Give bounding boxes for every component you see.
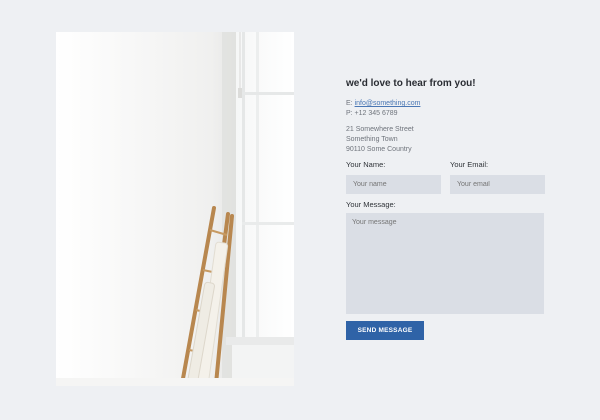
address-line-3: 90110 Some Country — [346, 146, 412, 153]
address-line-1: 21 Somewhere Street — [346, 126, 414, 133]
email-line: E: info@something.com — [346, 99, 546, 109]
contact-info: we'd love to hear from you! E: info@some… — [346, 78, 546, 155]
name-email-row: Your Name: Your Email: — [346, 160, 546, 200]
address: 21 Somewhere Street Something Town 90110… — [346, 125, 546, 155]
email-link[interactable]: info@something.com — [355, 100, 421, 107]
name-label: Your Name: — [346, 160, 386, 169]
email-field-group: Your Email: — [450, 160, 545, 194]
name-field-group: Your Name: — [346, 160, 441, 194]
contact-details: E: info@something.com P: +12 345 6789 21… — [346, 99, 546, 155]
hero-photo — [56, 32, 294, 386]
message-textarea[interactable] — [346, 213, 544, 314]
name-input[interactable] — [346, 175, 441, 194]
message-label: Your Message: — [346, 200, 396, 209]
room-photo-illustration — [56, 32, 294, 386]
send-message-button[interactable]: SEND MESSAGE — [346, 321, 424, 340]
phone-line: P: +12 345 6789 — [346, 110, 398, 117]
email-input[interactable] — [450, 175, 545, 194]
message-field-group: Your Message: — [346, 200, 544, 319]
address-line-2: Something Town — [346, 136, 398, 143]
contact-heading: we'd love to hear from you! — [346, 78, 476, 89]
email-prefix: E: — [346, 100, 355, 107]
email-label: Your Email: — [450, 160, 489, 169]
